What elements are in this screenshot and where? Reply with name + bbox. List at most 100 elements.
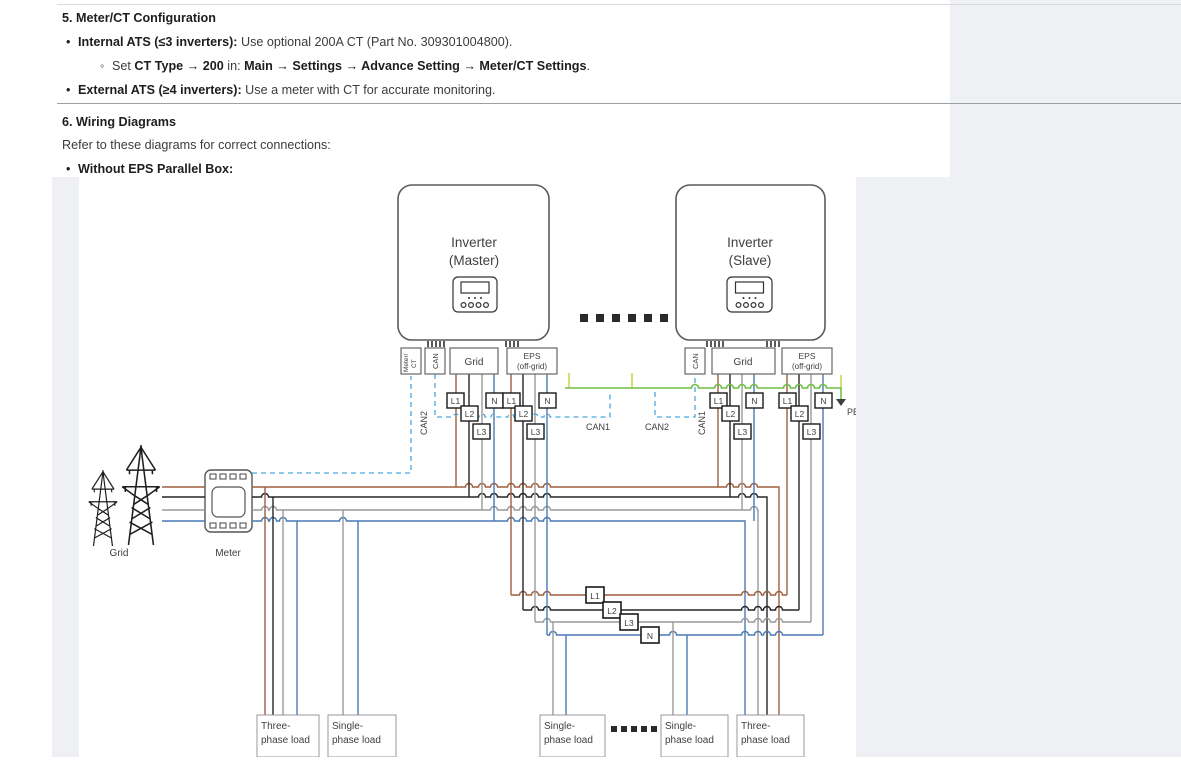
bullet-text: Use optional 200A CT (Part No. 309301004… [237,35,512,49]
bus-wire-l3 [535,619,811,623]
bus-label-n: N [641,627,659,643]
svg-text:L3: L3 [807,427,817,437]
terminal-ticks [428,341,779,347]
sub-text-mid: in: [224,59,244,73]
svg-text:L1: L1 [783,396,793,406]
svg-text:N: N [751,396,757,406]
wire-label-n: N [539,393,556,408]
bus-wire-n [547,632,823,636]
inverter-master-label: Inverter [451,235,497,250]
svg-text:N: N [491,396,497,406]
bullet-internal-ats: •Internal ATS (≤3 inverters): Use option… [66,34,1165,50]
svg-text:Single-: Single- [332,721,363,732]
sub-bullet-icon: ◦ [100,58,112,74]
port-grid-label: Grid [465,357,484,368]
svg-text:phase load: phase load [261,735,310,746]
bullet-icon: • [66,82,78,98]
port-grid-label: Grid [734,357,753,368]
port-eps-label: EPS [798,351,815,361]
section5-heading: 5. Meter/CT Configuration [62,10,1165,26]
svg-text:Single-: Single- [665,721,696,732]
inverter-slave: Inverter (Slave) [676,185,825,340]
svg-text:Three-: Three- [261,721,290,732]
dotted-continuation [611,726,657,732]
svg-text:L1: L1 [714,396,724,406]
svg-text:N: N [820,396,826,406]
svg-text:phase load: phase load [741,735,790,746]
section6-heading: 6. Wiring Diagrams [62,114,1165,130]
wire-label-l3: L3 [734,424,751,439]
sub-text-strong1: CT Type → 200 [134,59,223,73]
bus-label-l1: L1 [586,587,604,603]
section-divider [57,103,1181,104]
bus-wire-l3 [252,507,758,716]
bus-label-l3: L3 [620,614,638,630]
bullet-strong-text: Without EPS Parallel Box: [78,162,233,176]
svg-text:L1: L1 [507,396,517,406]
svg-text:L1: L1 [590,591,600,601]
pe-label: PE [847,407,856,417]
svg-text:N: N [544,396,550,406]
port-meter-ct-label: Meter/ [403,353,410,372]
inverter-slave-label: Inverter [727,235,773,250]
svg-text:L2: L2 [607,606,617,616]
bullet-external-ats: •External ATS (≥4 inverters): Use a mete… [66,82,1165,98]
wire-label-l3: L3 [473,424,490,439]
inverter-slave-sublabel: (Slave) [729,253,772,268]
load-box-three-phase-1: Three-phase load [257,715,319,757]
svg-text:L3: L3 [531,427,541,437]
inverter-master-sublabel: (Master) [449,253,499,268]
sub-text-prefix: Set [112,59,134,73]
can1-vertical-label: CAN1 [697,411,707,435]
can-meter-link [252,376,411,473]
section6-intro: Refer to these diagrams for correct conn… [62,137,1165,153]
wire-label-l2: L2 [515,406,532,421]
wire-label-n: N [486,393,503,408]
bullet-text: Use a meter with CT for accurate monitor… [242,83,496,97]
svg-text:L1: L1 [451,396,461,406]
bullet-strong-text: External ATS (≥4 inverters): [78,83,242,97]
wire-label-l3: L3 [527,424,544,439]
svg-text:L2: L2 [465,409,475,419]
bullet-icon: • [66,34,78,50]
grid-caption: Grid [110,548,129,559]
bus-wire-l2 [252,494,767,716]
port-can-label: CAN [431,353,440,369]
port-eps-sublabel: (off-grid) [517,362,547,371]
port-can-label: CAN [691,353,700,369]
svg-text:phase load: phase load [332,735,381,746]
wire-label-l3: L3 [803,424,820,439]
svg-text:L3: L3 [477,427,487,437]
svg-text:Single-: Single- [544,721,575,732]
load-box-single-phase-3: Single-phase load [661,715,728,757]
can2-label: CAN2 [645,422,669,432]
bullet-strong-text: Internal ATS (≤3 inverters): [78,35,237,49]
wire-label-l2: L2 [791,406,808,421]
sub-bullet-ct-type: ◦Set CT Type → 200 in: Main → Settings →… [100,58,1165,74]
grid-towers-icon [89,445,160,546]
svg-text:L3: L3 [624,618,634,628]
top-divider [57,4,1181,5]
dotted-continuation [580,314,668,322]
svg-text:phase load: phase load [665,735,714,746]
svg-text:L2: L2 [795,409,805,419]
can1-label: CAN1 [586,422,610,432]
wiring-diagram: Grid Meter PE Inverter (Master) [79,177,856,757]
svg-text:L2: L2 [726,409,736,419]
wire-label-n: N [815,393,832,408]
can2-vertical-label: CAN2 [419,411,429,435]
can2-link [655,374,695,417]
wire-label-l2: L2 [722,406,739,421]
svg-text:N: N [647,631,653,641]
load-box-single-phase-2: Single-phase load [540,715,605,757]
wire-label-n: N [746,393,763,408]
inverter-master: Inverter (Master) [398,185,549,340]
bus-wire-n [252,518,745,716]
meter-caption: Meter [215,548,241,559]
bus-wire-l1 [252,484,779,715]
port-meter-ct-label2: CT [411,359,418,368]
pe-ground-icon [836,399,846,406]
sub-text-strong2: Main → Settings → Advance Setting → Mete… [244,59,586,73]
svg-text:L2: L2 [519,409,529,419]
sub-text-suffix: . [586,59,590,73]
